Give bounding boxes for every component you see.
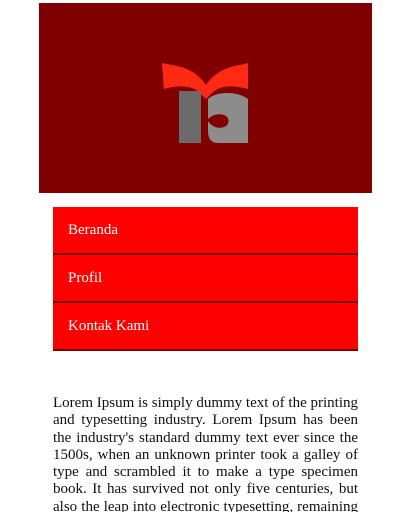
main-nav: Beranda Profil Kontak Kami bbox=[53, 207, 358, 351]
nav-item-beranda[interactable]: Beranda bbox=[53, 207, 358, 255]
content-paragraph: Lorem Ipsum is simply dummy text of the … bbox=[53, 395, 358, 512]
header-banner bbox=[39, 3, 372, 193]
institution-logo-icon bbox=[162, 63, 248, 143]
nav-item-kontak-kami[interactable]: Kontak Kami bbox=[53, 303, 358, 351]
nav-item-profil[interactable]: Profil bbox=[53, 255, 358, 303]
